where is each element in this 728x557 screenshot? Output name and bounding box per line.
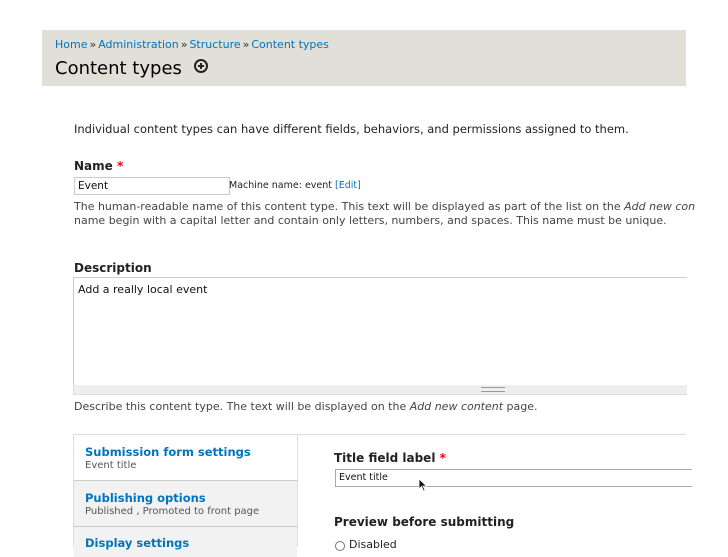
page-header: Home» Administration» Structure» Content ty… xyxy=(42,30,686,86)
title-field-label-text: Title field label xyxy=(334,451,436,465)
name-input[interactable]: Event xyxy=(74,177,230,195)
machine-name-label: Machine name: event xyxy=(229,180,333,191)
machine-name: Machine name: event [Edit] xyxy=(229,180,361,191)
name-help-text: The human-readable name of this content … xyxy=(74,200,625,213)
breadcrumb-separator: » xyxy=(242,38,250,51)
breadcrumb-separator: » xyxy=(89,38,97,51)
description-value: Add a really local event xyxy=(78,283,208,296)
name-help-line-2: name begin with a capital letter and con… xyxy=(74,214,667,227)
description-textarea[interactable]: Add a really local event xyxy=(73,277,687,387)
title-field-label: Title field label * xyxy=(334,451,446,465)
breadcrumb-separator: » xyxy=(180,38,188,51)
required-marker: * xyxy=(439,451,446,465)
tab-display-settings[interactable]: Display settings xyxy=(74,527,297,557)
machine-name-edit-link[interactable]: [Edit] xyxy=(335,180,361,191)
preview-disabled-radio[interactable] xyxy=(335,541,345,551)
description-help-suffix: page. xyxy=(503,400,538,413)
intro-text: Individual content types can have differ… xyxy=(74,122,629,136)
page-title-row: Content types xyxy=(55,58,208,79)
textarea-resize-handle[interactable] xyxy=(73,385,687,395)
breadcrumb-administration[interactable]: Administration xyxy=(98,38,179,51)
tab-summary: Event title xyxy=(85,460,137,471)
name-help-emphasis: Add new con xyxy=(624,200,696,213)
tab-title: Publishing options xyxy=(85,491,206,505)
tab-title: Submission form settings xyxy=(85,445,251,459)
preview-label: Preview before submitting xyxy=(334,515,515,529)
breadcrumb-content-types[interactable]: Content types xyxy=(251,38,329,51)
tab-submission-form-settings[interactable]: Submission form settings Event title xyxy=(74,435,297,481)
description-help-prefix: Describe this content type. The text wil… xyxy=(74,400,410,413)
tab-title: Display settings xyxy=(85,536,190,550)
title-field-input[interactable]: Event title xyxy=(335,469,692,487)
tab-publishing-options[interactable]: Publishing options Published , Promoted … xyxy=(74,481,297,527)
description-label: Description xyxy=(74,261,152,275)
vertical-tabs: Submission form settings Event title Pub… xyxy=(73,434,298,557)
grip-icon xyxy=(481,387,505,392)
breadcrumb-home[interactable]: Home xyxy=(55,38,87,51)
breadcrumb: Home» Administration» Structure» Content ty… xyxy=(55,38,329,51)
name-label-text: Name xyxy=(74,159,113,173)
page-title: Content types xyxy=(55,58,182,79)
tab-summary: Published , Promoted to front page xyxy=(85,506,260,517)
name-label: Name * xyxy=(74,159,123,173)
description-help: Describe this content type. The text wil… xyxy=(74,400,538,413)
mouse-pointer-icon xyxy=(418,478,428,492)
name-help-line-1: The human-readable name of this content … xyxy=(74,200,695,213)
preview-disabled-label: Disabled xyxy=(349,538,397,551)
description-help-emphasis: Add new content xyxy=(409,400,504,413)
required-marker: * xyxy=(116,159,124,173)
breadcrumb-structure[interactable]: Structure xyxy=(189,38,240,51)
add-shortcut-icon[interactable] xyxy=(193,59,208,73)
